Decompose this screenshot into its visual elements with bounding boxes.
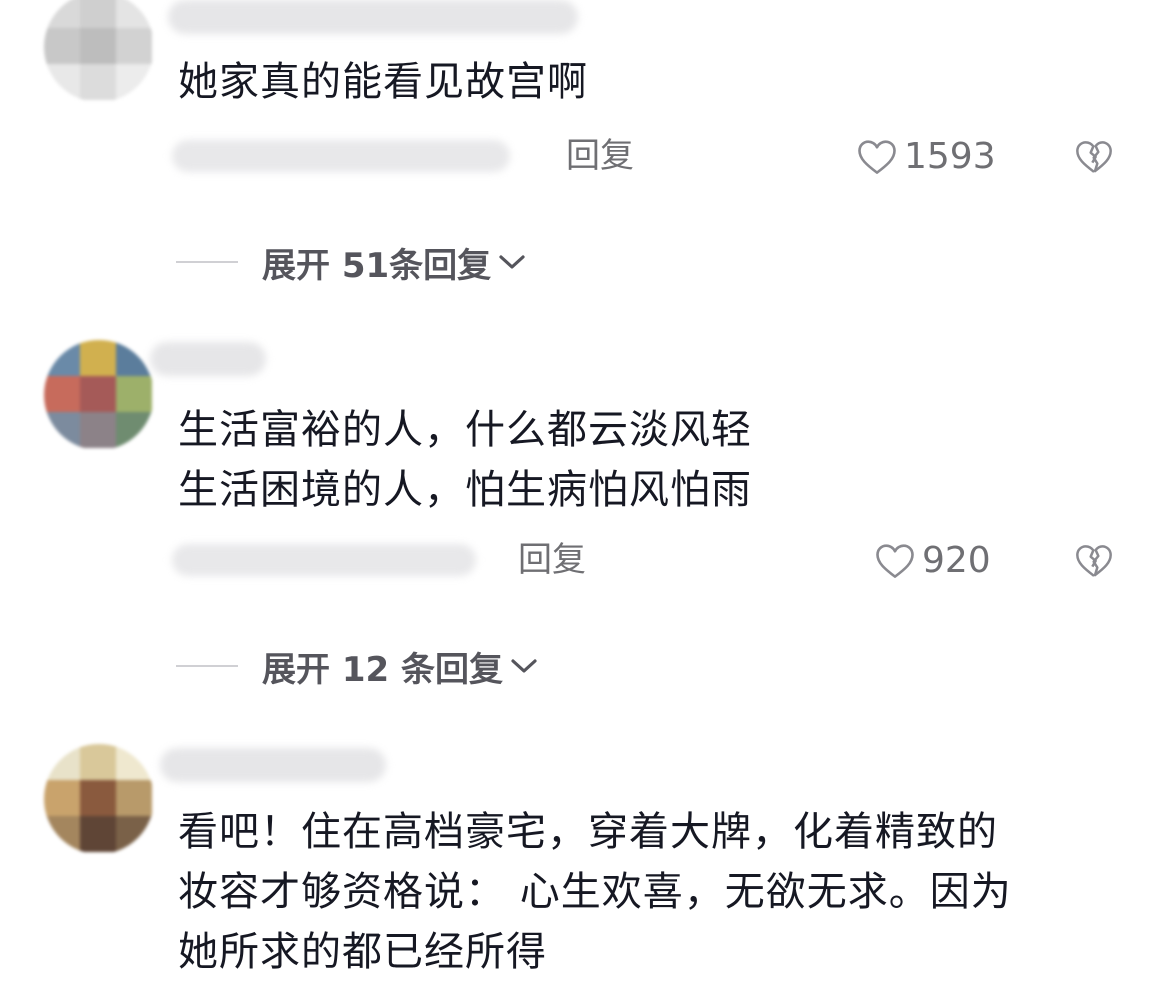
comment-text: 生活富裕的人，什么都云淡风轻 生活困境的人，怕生病怕风怕雨: [178, 400, 752, 520]
username-blurred[interactable]: [150, 342, 266, 376]
expand-replies-label: 展开 51条回复: [262, 245, 492, 286]
comment-text-line: 她所求的都已经所得: [178, 929, 547, 975]
like-button[interactable]: 920: [874, 538, 991, 582]
expand-replies-button[interactable]: 展开 12 条回复: [176, 644, 539, 690]
like-count: 1593: [904, 135, 996, 177]
heart-outline-icon: [858, 140, 896, 174]
comment-text: 她家真的能看见故宫啊: [178, 52, 588, 112]
like-button[interactable]: 1593: [856, 134, 996, 178]
comment-text-line: 看吧！住在高档豪宅，穿着大牌，化着精致的: [178, 809, 998, 855]
chevron-down-icon: [499, 255, 525, 269]
avatar[interactable]: [44, 744, 154, 854]
divider-line: [176, 665, 238, 667]
comment-text-line: 妆容才够资格说： 心生欢喜，无欲无求。因为: [178, 869, 1012, 915]
comment-meta: 回复 1593: [172, 134, 1166, 178]
broken-heart-icon[interactable]: [1074, 540, 1114, 580]
comment-text: 看吧！住在高档豪宅，穿着大牌，化着精致的 妆容才够资格说： 心生欢喜，无欲无求。…: [178, 802, 1012, 982]
broken-heart-icon[interactable]: [1074, 136, 1114, 176]
avatar[interactable]: [44, 0, 154, 102]
username-blurred[interactable]: [168, 0, 578, 34]
comment-text-line: 生活困境的人，怕生病怕风怕雨: [178, 467, 752, 513]
chevron-down-icon: [511, 659, 537, 673]
divider-line: [176, 261, 238, 263]
comment-text-line: 她家真的能看见故宫啊: [178, 59, 588, 105]
heart-outline-icon: [876, 544, 914, 578]
comment-meta: 回复 920: [172, 538, 1166, 582]
timestamp-blurred: [172, 544, 476, 576]
timestamp-blurred: [172, 140, 510, 172]
reply-button[interactable]: 回复: [518, 538, 586, 582]
like-count: 920: [922, 539, 991, 581]
reply-button[interactable]: 回复: [566, 134, 634, 178]
expand-replies-label: 展开 12 条回复: [262, 649, 503, 690]
expand-replies-button[interactable]: 展开 51条回复: [176, 240, 527, 286]
avatar[interactable]: [44, 340, 154, 450]
comment-text-line: 生活富裕的人，什么都云淡风轻: [178, 407, 752, 453]
username-blurred[interactable]: [160, 748, 386, 782]
